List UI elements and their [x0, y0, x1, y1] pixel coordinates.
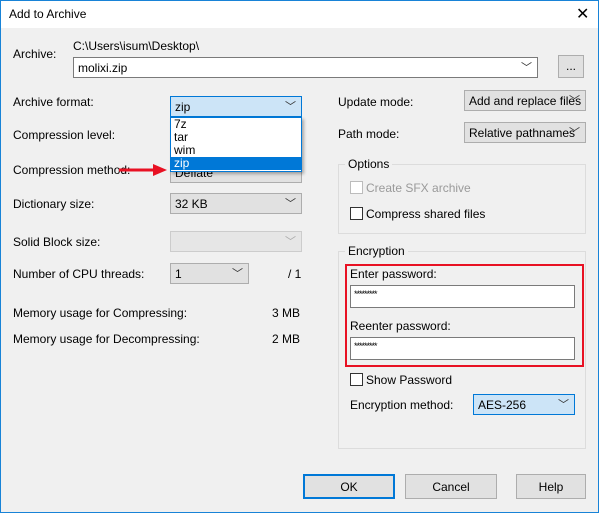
- path-mode-label: Path mode:: [338, 127, 400, 141]
- create-sfx-label: Create SFX archive: [366, 181, 471, 195]
- encryption-method-label: Encryption method:: [350, 398, 454, 412]
- archive-label: Archive:: [13, 47, 57, 61]
- solid-block-size-label: Solid Block size:: [13, 235, 101, 249]
- format-option-wim[interactable]: wim: [171, 144, 301, 157]
- chevron-down-icon[interactable]: ﹀: [521, 59, 532, 75]
- ok-button[interactable]: OK: [303, 474, 395, 499]
- help-button[interactable]: Help: [516, 474, 586, 499]
- encryption-method-value: AES-256: [478, 398, 527, 412]
- compress-shared-checkbox[interactable]: [350, 207, 363, 220]
- cpu-threads-max: / 1: [288, 267, 302, 281]
- options-group: Options: [338, 157, 586, 234]
- red-arrow-annotation: [119, 164, 167, 176]
- chevron-down-icon: ﹀: [569, 127, 580, 139]
- chevron-down-icon: ﹀: [558, 399, 569, 411]
- create-sfx-checkbox[interactable]: [350, 181, 363, 194]
- show-password-checkbox[interactable]: [350, 373, 363, 386]
- enter-password-label: Enter password:: [350, 267, 437, 281]
- reenter-password-input[interactable]: *********: [350, 337, 575, 360]
- archive-name-value: molixi.zip: [78, 61, 128, 75]
- dictionary-size-value: 32 KB: [175, 197, 208, 211]
- archive-name-combo[interactable]: molixi.zip ﹀: [73, 57, 538, 78]
- encryption-method-select[interactable]: AES-256 ﹀: [473, 394, 575, 415]
- encryption-group-title: Encryption: [345, 244, 408, 258]
- chevron-down-icon: ﹀: [285, 198, 296, 210]
- compression-method-label: Compression method:: [13, 163, 131, 177]
- update-mode-value: Add and replace files: [469, 94, 582, 108]
- chevron-down-icon: ﹀: [569, 95, 580, 107]
- cpu-threads-label: Number of CPU threads:: [13, 267, 145, 281]
- compression-level-label: Compression level:: [13, 128, 116, 142]
- dictionary-size-label: Dictionary size:: [13, 197, 95, 211]
- archive-format-value: zip: [175, 100, 191, 114]
- memory-decompress-label: Memory usage for Decompressing:: [13, 332, 200, 346]
- memory-compress-label: Memory usage for Compressing:: [13, 306, 188, 320]
- format-option-zip[interactable]: zip: [171, 157, 301, 170]
- memory-compress-value: 3 MB: [271, 306, 300, 320]
- archive-path: C:\Users\isum\Desktop\: [73, 39, 200, 53]
- cpu-threads-value: 1: [175, 267, 182, 281]
- compress-shared-label: Compress shared files: [366, 207, 486, 221]
- format-option-7z[interactable]: 7z: [171, 118, 301, 131]
- close-icon[interactable]: ✕: [576, 4, 589, 24]
- window-title: Add to Archive: [9, 7, 87, 21]
- show-password-label: Show Password: [366, 373, 453, 387]
- chevron-down-icon: ﹀: [285, 236, 296, 248]
- path-mode-select[interactable]: Relative pathnames ﹀: [464, 122, 586, 143]
- solid-block-size-select[interactable]: ﹀: [170, 231, 302, 252]
- add-to-archive-dialog: Add to Archive ✕ Archive: C:\Users\isum\…: [0, 0, 599, 513]
- archive-format-select[interactable]: zip ﹀: [170, 96, 302, 117]
- archive-format-dropdown: 7z tar wim zip: [170, 117, 302, 172]
- title-bar: Add to Archive ✕: [1, 1, 598, 28]
- options-group-title: Options: [345, 157, 393, 171]
- update-mode-select[interactable]: Add and replace files ﹀: [464, 90, 586, 111]
- memory-decompress-value: 2 MB: [271, 332, 300, 346]
- cancel-button[interactable]: Cancel: [405, 474, 497, 499]
- browse-button[interactable]: ...: [558, 55, 584, 78]
- dictionary-size-select[interactable]: 32 KB ﹀: [170, 193, 302, 214]
- enter-password-input[interactable]: *********: [350, 285, 575, 308]
- archive-format-label: Archive format:: [13, 95, 94, 109]
- chevron-down-icon: ﹀: [285, 101, 296, 113]
- path-mode-value: Relative pathnames: [469, 126, 576, 140]
- cpu-threads-select[interactable]: 1 ﹀: [170, 263, 249, 284]
- chevron-down-icon: ﹀: [232, 268, 243, 280]
- reenter-password-label: Reenter password:: [350, 319, 451, 333]
- update-mode-label: Update mode:: [338, 95, 414, 109]
